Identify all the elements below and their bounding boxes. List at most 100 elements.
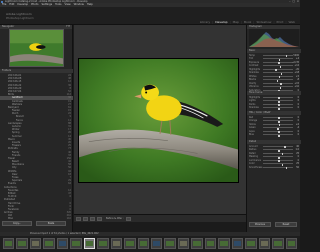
thumbnail-image	[112, 241, 121, 246]
slider-track[interactable]	[263, 134, 293, 137]
filmstrip-thumbnail[interactable]	[3, 238, 15, 249]
filmstrip-thumbnail[interactable]	[272, 238, 284, 249]
filmstrip-thumbnail[interactable]	[245, 238, 257, 249]
thumbnail-image	[31, 241, 40, 246]
module-separator: |	[229, 20, 231, 24]
module-web[interactable]: Web	[288, 20, 295, 24]
slider-track[interactable]	[263, 68, 293, 72]
navigator-zoom[interactable]: FIT	[66, 25, 70, 29]
slider-track[interactable]	[263, 54, 293, 58]
slider-track[interactable]	[263, 82, 293, 86]
thumbnail-image	[179, 241, 188, 246]
module-separator: |	[285, 20, 287, 24]
filmstrip-thumbnail[interactable]	[191, 238, 203, 249]
thumbnail-image	[287, 241, 295, 246]
folders-header[interactable]: Folders	[0, 69, 73, 73]
flag-icon[interactable]	[97, 216, 102, 221]
thumbnail-image	[139, 241, 147, 246]
basic-header[interactable]: Basic	[247, 49, 301, 53]
tone-curve-header[interactable]: Tone Curve	[247, 91, 301, 95]
slider-value[interactable]: 50	[296, 166, 299, 169]
filmstrip-thumbnail[interactable]	[110, 238, 123, 249]
slider-track[interactable]	[263, 79, 293, 82]
before-after-icon[interactable]	[83, 216, 88, 221]
module-map[interactable]: Map	[233, 20, 239, 24]
paste-button[interactable]: Paste	[36, 221, 66, 226]
thumbnail-image	[206, 241, 215, 246]
filmstrip-thumbnail[interactable]	[70, 238, 82, 249]
hsl-header[interactable]: HSL / Color / B&W	[247, 111, 301, 115]
detail-header[interactable]: Detail	[247, 140, 301, 144]
filmstrip-thumbnail[interactable]	[137, 238, 149, 249]
filmstrip-thumbnail[interactable]	[204, 238, 217, 249]
filmstrip-thumbnail[interactable]	[43, 238, 55, 249]
slider-track[interactable]	[263, 152, 293, 156]
slider-track[interactable]	[263, 130, 293, 134]
slider-track[interactable]	[263, 127, 293, 130]
module-library[interactable]: Library	[200, 20, 211, 24]
slider-track[interactable]	[263, 116, 293, 120]
right-panel-buttons: Previous Reset	[249, 222, 297, 227]
slider-knob[interactable]	[285, 167, 287, 170]
module-print[interactable]: Print	[277, 20, 284, 24]
slider-label: Blue	[249, 133, 254, 136]
left-panel: Navigator FIT Folders 2013-06-01 24 2013-0…	[0, 25, 73, 232]
filmstrip-thumbnail[interactable]	[285, 238, 297, 249]
slider-track[interactable]	[263, 103, 293, 107]
slider-track[interactable]	[263, 163, 293, 166]
thumbnail-image	[5, 241, 13, 246]
slider-track[interactable]	[263, 156, 293, 159]
thumbnail-image	[220, 241, 228, 246]
slider-track[interactable]	[263, 149, 293, 152]
module-book[interactable]: Book	[244, 20, 251, 24]
slider-track[interactable]	[263, 107, 293, 110]
swap-icon[interactable]	[125, 216, 131, 221]
filmstrip-thumbnail[interactable]	[258, 238, 271, 249]
slider-value[interactable]: 0	[298, 106, 299, 109]
slider-track[interactable]	[263, 96, 293, 100]
slider-track[interactable]	[263, 145, 293, 149]
module-develop[interactable]: Develop	[215, 20, 227, 24]
thumbnail-image	[45, 241, 53, 246]
slider-track[interactable]	[263, 166, 293, 170]
slider-track[interactable]	[263, 123, 293, 127]
previous-button[interactable]: Previous	[249, 222, 271, 227]
slider-label: Smoothness	[249, 165, 263, 169]
slider-track[interactable]	[263, 65, 293, 68]
slider-track[interactable]	[263, 100, 293, 103]
slider-label: Shadows	[249, 106, 259, 109]
filmstrip-thumbnail[interactable]	[97, 238, 109, 249]
module-slideshow[interactable]: Slideshow	[256, 20, 271, 24]
slider-knob[interactable]	[278, 107, 280, 110]
filmstrip-thumbnail[interactable]	[177, 238, 190, 249]
reset-button[interactable]: Reset	[275, 222, 297, 227]
develop-toolbar: Before & After :	[74, 214, 246, 222]
thumbnail-image	[152, 241, 161, 246]
slider-track[interactable]	[263, 72, 293, 75]
navigator-preview[interactable]	[9, 29, 64, 67]
slider-track[interactable]	[263, 61, 293, 65]
slider-track[interactable]	[263, 159, 293, 163]
filmstrip-thumbnail[interactable]	[56, 238, 69, 249]
filmstrip-thumbnail[interactable]	[16, 238, 28, 249]
slider-value[interactable]: 0	[298, 133, 299, 136]
loupe-view-icon[interactable]	[76, 216, 81, 221]
main-photo[interactable]	[78, 58, 239, 183]
slider-row: Smoothness 50	[249, 165, 299, 170]
thumbnail-image	[233, 241, 242, 246]
filmstrip-thumbnail[interactable]	[83, 238, 96, 249]
module-separator: |	[240, 20, 242, 24]
copy-button[interactable]: Copy...	[2, 221, 32, 226]
filmstrip-thumbnail[interactable]	[150, 238, 163, 249]
filmstrip-thumbnail[interactable]	[124, 238, 136, 249]
slider-knob[interactable]	[278, 134, 280, 137]
slider-track[interactable]	[263, 75, 293, 79]
compare-icon[interactable]	[90, 216, 95, 221]
slider-track[interactable]	[263, 120, 293, 123]
filmstrip-thumbnail[interactable]	[164, 238, 176, 249]
slider-track[interactable]	[263, 58, 293, 61]
filmstrip-thumbnail[interactable]	[218, 238, 230, 249]
filmstrip-thumbnail[interactable]	[231, 238, 244, 249]
slider-track[interactable]	[263, 86, 293, 89]
filmstrip-thumbnail[interactable]	[29, 238, 42, 249]
